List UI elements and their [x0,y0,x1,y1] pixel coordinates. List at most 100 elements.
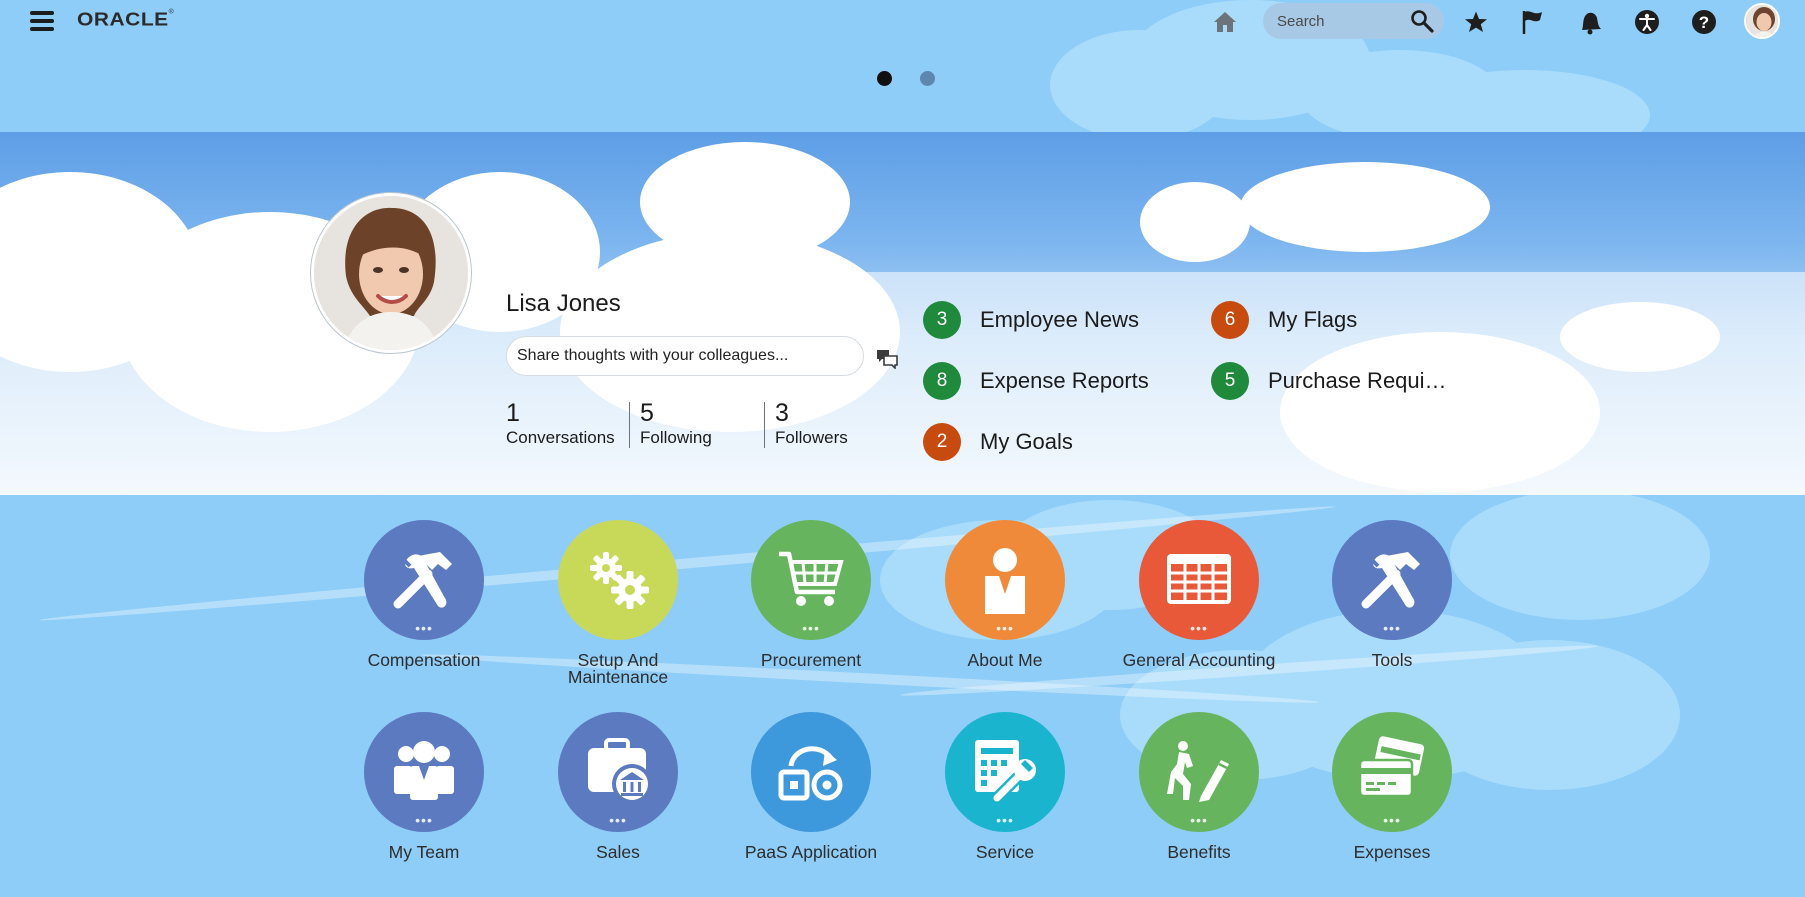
briefcase-bank-icon [588,738,652,804]
app-general-accounting[interactable]: ••• General Accounting [1099,520,1299,669]
top-bar: ORACLE® ? [0,0,1805,44]
notification-label: My Flags [1268,307,1358,332]
stat-label: Followers [775,428,848,447]
banner-cloud [1140,182,1250,262]
more-indicator: ••• [415,620,433,636]
app-service[interactable]: ••• Service [905,712,1105,861]
notification-label: Purchase Requi… [1268,368,1447,393]
more-indicator: ••• [1383,812,1401,828]
app-label: About Me [967,650,1043,670]
app-compensation[interactable]: ••• Compensation [324,520,524,669]
more-indicator: ••• [1383,620,1401,636]
app-label: Compensation [367,650,481,670]
tile-circle [558,520,678,640]
search-icon[interactable] [1410,9,1434,33]
app-label: PaaS Application [744,842,878,862]
user-name[interactable]: Lisa Jones [506,290,621,318]
search-input[interactable] [1277,3,1407,39]
more-indicator: ••• [996,620,1014,636]
ledger-icon [1167,554,1231,604]
notification-expense-reports[interactable]: 8 Expense Reports [923,362,1149,400]
cards-icon [1358,736,1425,798]
app-label: Sales [596,842,640,862]
menu-icon[interactable] [30,11,54,31]
stat-conversations[interactable]: 1 Conversations [506,398,615,448]
divider [764,402,765,448]
flag-icon[interactable] [1519,8,1547,36]
app-label: My Team [388,842,460,862]
help-icon[interactable]: ? [1690,8,1718,36]
service-icon [975,740,1036,804]
notification-employee-news[interactable]: 3 Employee News [923,301,1139,339]
app-setup-and-maintenance[interactable]: Setup And Maintenance [518,520,718,686]
tile-circle: ••• [364,520,484,640]
stat-label: Conversations [506,428,615,447]
home-icon[interactable] [1211,8,1239,36]
tile-circle: ••• [751,520,871,640]
stat-value: 1 [506,399,520,427]
tile-circle: ••• [1332,520,1452,640]
carousel-dot-2[interactable] [920,71,935,86]
banner-cloud [1240,162,1490,252]
app-label: Expenses [1353,842,1431,862]
notification-label: Employee News [980,307,1139,332]
paas-icon [778,746,843,801]
count-badge: 2 [923,423,961,461]
count-badge: 5 [1211,362,1249,400]
cart-icon [779,551,844,606]
notification-my-goals[interactable]: 2 My Goals [923,423,1073,461]
notification-purchase-requisitions[interactable]: 5 Purchase Requi… [1211,362,1447,400]
app-label: Service [975,842,1035,862]
app-tools[interactable]: ••• Tools [1292,520,1492,669]
app-label: Benefits [1167,842,1231,862]
profile-banner [0,132,1805,495]
stat-followers[interactable]: 3 Followers [775,398,848,448]
tile-circle: ••• [1332,712,1452,832]
app-label: Tools [1371,650,1413,670]
person-icon [985,548,1025,614]
tile-circle [751,712,871,832]
share-thoughts-input[interactable] [506,336,864,376]
app-paas-application[interactable]: PaaS Application [711,712,911,861]
carousel-dot-1[interactable] [877,71,892,86]
notification-label: Expense Reports [980,368,1149,393]
more-indicator: ••• [1190,620,1208,636]
stat-following[interactable]: 5 Following [640,398,712,448]
app-my-team[interactable]: ••• My Team [324,712,524,861]
more-indicator: ••• [996,812,1014,828]
app-procurement[interactable]: ••• Procurement [711,520,911,669]
count-badge: 6 [1211,301,1249,339]
bell-icon[interactable] [1576,8,1604,36]
team-icon [394,741,454,800]
avatar[interactable] [1744,3,1780,39]
stat-value: 5 [640,399,654,427]
star-icon[interactable] [1462,8,1490,36]
app-label: Procurement [760,650,862,670]
notification-my-flags[interactable]: 6 My Flags [1211,301,1357,339]
svg-text:?: ? [1699,13,1709,32]
profile-photo[interactable] [311,193,471,353]
gears-icon [590,552,649,609]
accessibility-icon[interactable] [1633,8,1661,36]
app-about-me[interactable]: ••• About Me [905,520,1105,669]
tools-icon [393,552,452,609]
tile-circle: ••• [364,712,484,832]
app-label: Setup And Maintenance [567,650,669,687]
banner-panel [0,272,1805,495]
search-box [1263,3,1444,39]
tile-circle: ••• [558,712,678,832]
stat-label: Following [640,428,712,447]
app-sales[interactable]: ••• Sales [518,712,718,861]
more-indicator: ••• [802,620,820,636]
tile-circle: ••• [1139,520,1259,640]
count-badge: 3 [923,301,961,339]
tile-circle: ••• [1139,712,1259,832]
more-indicator: ••• [415,812,433,828]
more-indicator: ••• [609,812,627,828]
oracle-logo[interactable]: ORACLE® [77,9,174,31]
comment-icon[interactable] [876,349,898,370]
app-benefits[interactable]: ••• Benefits [1099,712,1299,861]
notification-label: My Goals [980,429,1073,454]
more-indicator: ••• [1190,812,1208,828]
app-expenses[interactable]: ••• Expenses [1292,712,1492,861]
